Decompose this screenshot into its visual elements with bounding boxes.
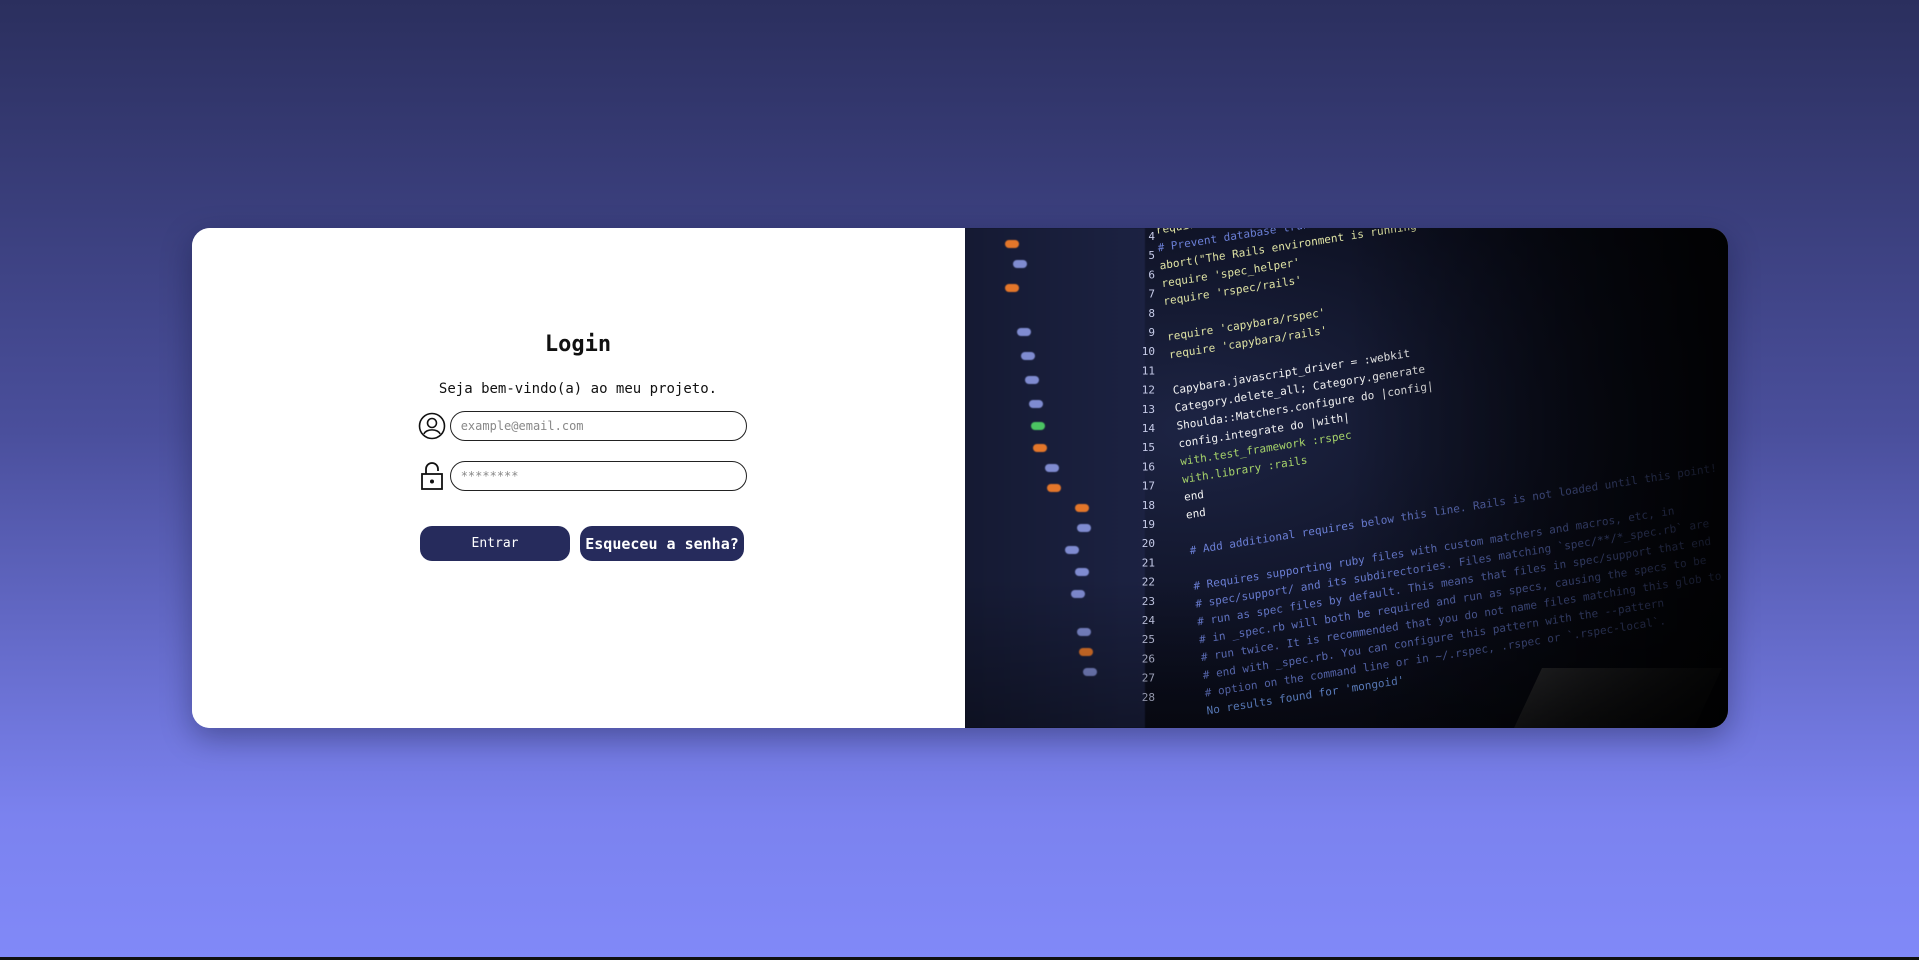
email-field[interactable] bbox=[449, 411, 747, 441]
welcome-text: Seja bem-vindo(a) ao meu projeto. bbox=[438, 381, 718, 397]
login-form: Login Seja bem-vindo(a) ao meu projeto. bbox=[417, 332, 747, 561]
form-actions: Entrar Esqueceu a senha? bbox=[420, 526, 747, 561]
password-row bbox=[417, 461, 747, 491]
login-panel: Login Seja bem-vindo(a) ao meu projeto. bbox=[192, 228, 965, 728]
password-field[interactable] bbox=[449, 461, 747, 491]
login-card: Login Seja bem-vindo(a) ao meu projeto. bbox=[192, 228, 1728, 728]
photo-vignette bbox=[965, 228, 1728, 728]
enter-button[interactable]: Entrar bbox=[420, 526, 570, 561]
lock-icon bbox=[417, 461, 447, 491]
code-photo: 4567891011121314151617181920212223242526… bbox=[965, 228, 1728, 728]
email-row bbox=[417, 411, 747, 441]
forgot-password-button[interactable]: Esqueceu a senha? bbox=[580, 526, 744, 561]
page-title: Login bbox=[544, 332, 612, 357]
user-icon bbox=[417, 411, 447, 441]
